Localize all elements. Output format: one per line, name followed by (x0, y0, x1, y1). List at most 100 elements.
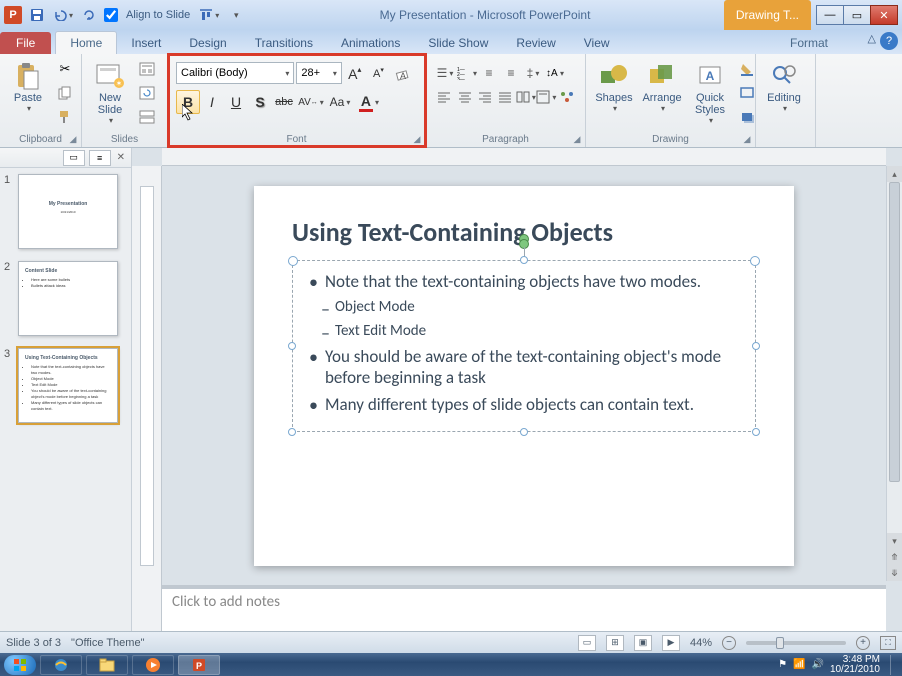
smartart-icon[interactable] (557, 86, 577, 108)
scroll-thumb[interactable] (889, 182, 900, 482)
tab-animations[interactable]: Animations (327, 32, 414, 54)
font-color-icon[interactable]: A▾ (354, 90, 384, 114)
tab-format[interactable]: Format (776, 32, 842, 54)
bullets-icon[interactable]: ☰▾ (434, 62, 456, 84)
tray-network-icon[interactable]: 📶 (793, 659, 805, 670)
line-spacing-icon[interactable]: ‡▾ (522, 62, 544, 84)
columns-icon[interactable]: ▾ (516, 86, 536, 108)
tab-review[interactable]: Review (502, 32, 569, 54)
align-text-icon[interactable]: ▾ (536, 86, 556, 108)
tab-file[interactable]: File (0, 32, 51, 54)
resize-handle[interactable] (520, 256, 528, 264)
task-ie-icon[interactable] (40, 655, 82, 675)
content-textbox[interactable]: Note that the text-containing objects ha… (292, 260, 756, 432)
qat-undo-icon[interactable]: ▾ (52, 4, 74, 26)
thumbnail[interactable]: Content SlideHere are some bulletsBullet… (18, 261, 118, 336)
qat-customize-icon[interactable]: ▾ (224, 4, 246, 26)
show-desktop-button[interactable] (890, 655, 898, 675)
horizontal-ruler[interactable] (162, 148, 886, 166)
resize-handle[interactable] (752, 342, 760, 350)
italic-button[interactable]: I (200, 90, 224, 114)
outline-tab-icon[interactable]: ≡ (89, 150, 111, 166)
fit-to-window-icon[interactable]: ⛶ (880, 636, 896, 650)
slideshow-view-icon[interactable]: ▶ (662, 635, 680, 651)
help-icon[interactable]: ? (880, 32, 898, 50)
align-left-icon[interactable] (434, 86, 454, 108)
sub-bullet-item[interactable]: Object Mode (307, 298, 741, 316)
text-direction-icon[interactable]: ↕A▾ (544, 62, 566, 84)
copy-icon[interactable] (54, 82, 76, 104)
notes-pane[interactable]: Click to add notes (162, 585, 886, 631)
cut-icon[interactable]: ✂ (54, 58, 76, 80)
drawing-launcher-icon[interactable]: ◢ (741, 133, 753, 145)
resize-handle[interactable] (752, 428, 760, 436)
thumbnail-row[interactable]: 3Using Text-Containing ObjectsNote that … (4, 348, 127, 423)
paragraph-launcher-icon[interactable]: ◢ (571, 133, 583, 145)
strike-button[interactable]: abc (272, 90, 296, 114)
sorter-view-icon[interactable]: ⊞ (606, 635, 624, 651)
justify-icon[interactable] (495, 86, 515, 108)
tray-flag-icon[interactable]: ⚑ (778, 659, 787, 670)
tab-view[interactable]: View (570, 32, 624, 54)
font-name-combo[interactable]: Calibri (Body)▾ (176, 62, 294, 84)
arrange-button[interactable]: Arrange▾ (640, 58, 684, 115)
slides-tab-icon[interactable]: ▭ (63, 150, 85, 166)
thumbnail[interactable]: My Presentation10/21/2010 (18, 174, 118, 249)
bullet-item[interactable]: Note that the text-containing objects ha… (307, 271, 741, 292)
underline-button[interactable]: U (224, 90, 248, 114)
qat-save-icon[interactable] (26, 4, 48, 26)
zoom-out-icon[interactable]: − (722, 636, 736, 650)
start-button[interactable] (4, 655, 36, 675)
zoom-slider[interactable] (746, 641, 846, 645)
reading-view-icon[interactable]: ▣ (634, 635, 652, 651)
font-size-combo[interactable]: 28+▾ (296, 62, 341, 84)
thumbnail[interactable]: Using Text-Containing ObjectsNote that t… (18, 348, 118, 423)
layout-icon[interactable] (136, 58, 158, 80)
task-wmp-icon[interactable] (132, 655, 174, 675)
format-painter-icon[interactable] (54, 106, 76, 128)
qat-redo-icon[interactable] (78, 4, 100, 26)
close-button[interactable]: ✕ (870, 5, 898, 25)
normal-view-icon[interactable]: ▭ (578, 635, 596, 651)
task-powerpoint-icon[interactable]: P (178, 655, 220, 675)
shape-outline-icon[interactable] (736, 82, 758, 104)
scroll-down-icon[interactable]: ▾ (887, 533, 902, 549)
scroll-up-icon[interactable]: ▴ (887, 166, 902, 182)
shape-effects-icon[interactable] (736, 106, 758, 128)
inc-indent-icon[interactable]: ≡ (500, 62, 522, 84)
prev-slide-icon[interactable]: ⤊ (887, 549, 902, 565)
align-right-icon[interactable] (475, 86, 495, 108)
panel-close-icon[interactable]: ✕ (115, 152, 127, 163)
resize-handle[interactable] (288, 342, 296, 350)
task-explorer-icon[interactable] (86, 655, 128, 675)
font-launcher-icon[interactable]: ◢ (411, 133, 423, 145)
char-spacing-icon[interactable]: AV↔▾ (296, 90, 326, 114)
new-slide-button[interactable]: ✶ New Slide ▾ (88, 58, 132, 127)
vertical-ruler[interactable] (132, 166, 162, 631)
slide-canvas[interactable]: Using Text-Containing Objects Note that … (254, 186, 794, 566)
tab-home[interactable]: Home (55, 31, 117, 54)
vertical-scrollbar[interactable]: ▴ ▾ ⤊ ⤋ (886, 166, 902, 581)
tab-slideshow[interactable]: Slide Show (414, 32, 502, 54)
maximize-button[interactable]: ▭ (843, 5, 871, 25)
numbering-icon[interactable]: 1—2—3—▾ (456, 62, 478, 84)
bullet-item[interactable]: Many different types of slide objects ca… (307, 394, 741, 415)
minimize-button[interactable]: — (816, 5, 844, 25)
tab-design[interactable]: Design (175, 32, 240, 54)
thumbnail-row[interactable]: 2Content SlideHere are some bulletsBulle… (4, 261, 127, 336)
dec-indent-icon[interactable]: ≡ (478, 62, 500, 84)
shapes-button[interactable]: Shapes▾ (592, 58, 636, 115)
bold-button[interactable]: B (176, 90, 200, 114)
qat-align-top-icon[interactable]: ▾ (198, 4, 220, 26)
section-icon[interactable] (136, 106, 158, 128)
change-case-icon[interactable]: Aa▾ (326, 90, 354, 114)
reset-icon[interactable] (136, 82, 158, 104)
resize-handle[interactable] (288, 428, 296, 436)
paste-button[interactable]: Paste ▾ (6, 58, 50, 115)
tray-volume-icon[interactable]: 🔊 (811, 659, 823, 670)
clipboard-launcher-icon[interactable]: ◢ (67, 133, 79, 145)
tab-insert[interactable]: Insert (117, 32, 175, 54)
qat-align-checkbox[interactable] (104, 8, 118, 22)
tray-clock[interactable]: 3:48 PM 10/21/2010 (830, 655, 884, 675)
minimize-ribbon-icon[interactable]: △ (868, 32, 876, 50)
